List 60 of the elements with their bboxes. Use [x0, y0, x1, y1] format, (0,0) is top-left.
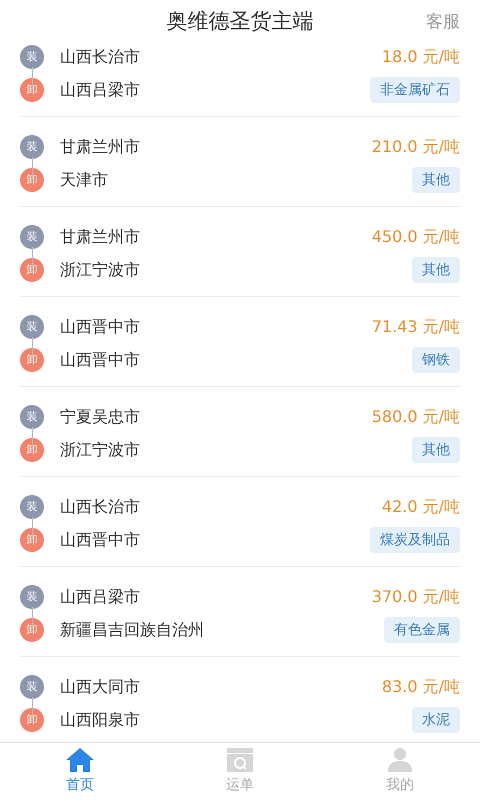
receipt-icon — [226, 747, 254, 773]
unload-badge: 卸 — [20, 708, 44, 732]
load-badge: 装 — [20, 585, 44, 609]
load-city: 山西晋中市 — [60, 316, 141, 338]
unload-city: 浙江宁波市 — [60, 439, 141, 461]
price: 42.0 元/吨 — [382, 496, 460, 518]
load-badge: 装 — [20, 225, 44, 249]
home-icon — [65, 747, 95, 773]
category-tag: 煤炭及制品 — [370, 527, 460, 553]
price: 83.0 元/吨 — [382, 676, 460, 698]
price: 450.0 元/吨 — [372, 226, 460, 248]
load-badge: 装 — [20, 495, 44, 519]
category-tag: 其他 — [412, 437, 460, 463]
category-tag: 非金属矿石 — [370, 77, 460, 103]
category-tag: 有色金属 — [384, 617, 460, 643]
unload-badge: 卸 — [20, 78, 44, 102]
load-city: 山西吕梁市 — [60, 586, 141, 608]
unload-badge: 卸 — [20, 618, 44, 642]
category-tag: 钢铁 — [412, 347, 460, 373]
price: 580.0 元/吨 — [372, 406, 460, 428]
unload-badge: 卸 — [20, 168, 44, 192]
price: 71.43 元/吨 — [372, 316, 460, 338]
price: 210.0 元/吨 — [372, 136, 460, 158]
order-card[interactable]: 装 山西长治市 18.0 元/吨 卸 山西吕梁市 非金属矿石 — [20, 44, 460, 117]
load-city: 山西长治市 — [60, 496, 141, 518]
unload-city: 新疆昌吉回族自治州 — [60, 619, 205, 641]
unload-city: 山西阳泉市 — [60, 709, 141, 731]
load-badge: 装 — [20, 315, 44, 339]
unload-city: 浙江宁波市 — [60, 259, 141, 281]
category-tag: 其他 — [412, 167, 460, 193]
price: 370.0 元/吨 — [372, 586, 460, 608]
unload-badge: 卸 — [20, 348, 44, 372]
order-card[interactable]: 装 甘肃兰州市 450.0 元/吨 卸 浙江宁波市 其他 — [20, 207, 460, 297]
order-card[interactable]: 装 山西吕梁市 370.0 元/吨 卸 新疆昌吉回族自治州 有色金属 — [20, 567, 460, 657]
load-city: 宁夏吴忠市 — [60, 406, 141, 428]
person-icon — [387, 747, 413, 773]
unload-city: 山西吕梁市 — [60, 79, 141, 101]
page-title: 奥维德圣货主端 — [166, 8, 314, 36]
unload-badge: 卸 — [20, 528, 44, 552]
load-city: 山西长治市 — [60, 46, 141, 68]
load-city: 甘肃兰州市 — [60, 136, 141, 158]
unload-city: 山西晋中市 — [60, 349, 141, 371]
tab-button[interactable]: 首页 — [0, 743, 160, 800]
category-tag: 其他 — [412, 257, 460, 283]
load-badge: 装 — [20, 45, 44, 69]
order-card[interactable]: 装 甘肃兰州市 210.0 元/吨 卸 天津市 其他 — [20, 117, 460, 207]
load-badge: 装 — [20, 135, 44, 159]
unload-city: 山西晋中市 — [60, 529, 141, 551]
unload-badge: 卸 — [20, 258, 44, 282]
order-card[interactable]: 装 山西晋中市 71.43 元/吨 卸 山西晋中市 钢铁 — [20, 297, 460, 387]
price: 18.0 元/吨 — [382, 46, 460, 68]
order-card[interactable]: 装 山西长治市 42.0 元/吨 卸 山西晋中市 煤炭及制品 — [20, 477, 460, 567]
unload-city: 天津市 — [60, 169, 109, 191]
unload-badge: 卸 — [20, 438, 44, 462]
load-badge: 装 — [20, 675, 44, 699]
load-city: 甘肃兰州市 — [60, 226, 141, 248]
category-tag: 水泥 — [412, 707, 460, 733]
load-badge: 装 — [20, 405, 44, 429]
load-city: 山西大同市 — [60, 676, 141, 698]
order-card[interactable]: 装 宁夏吴忠市 580.0 元/吨 卸 浙江宁波市 其他 — [20, 387, 460, 477]
